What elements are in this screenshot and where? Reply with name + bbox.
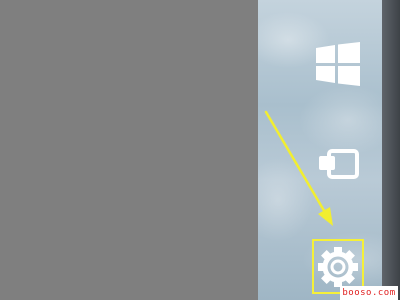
start-charm-button[interactable] (310, 38, 366, 90)
windows-logo-icon (316, 42, 360, 86)
watermark-label: booso.com (340, 286, 398, 300)
devices-icon (319, 149, 359, 179)
screen-edge (382, 0, 400, 300)
gear-icon (318, 246, 358, 287)
desktop-background (0, 0, 258, 300)
devices-charm-button[interactable] (314, 144, 364, 184)
